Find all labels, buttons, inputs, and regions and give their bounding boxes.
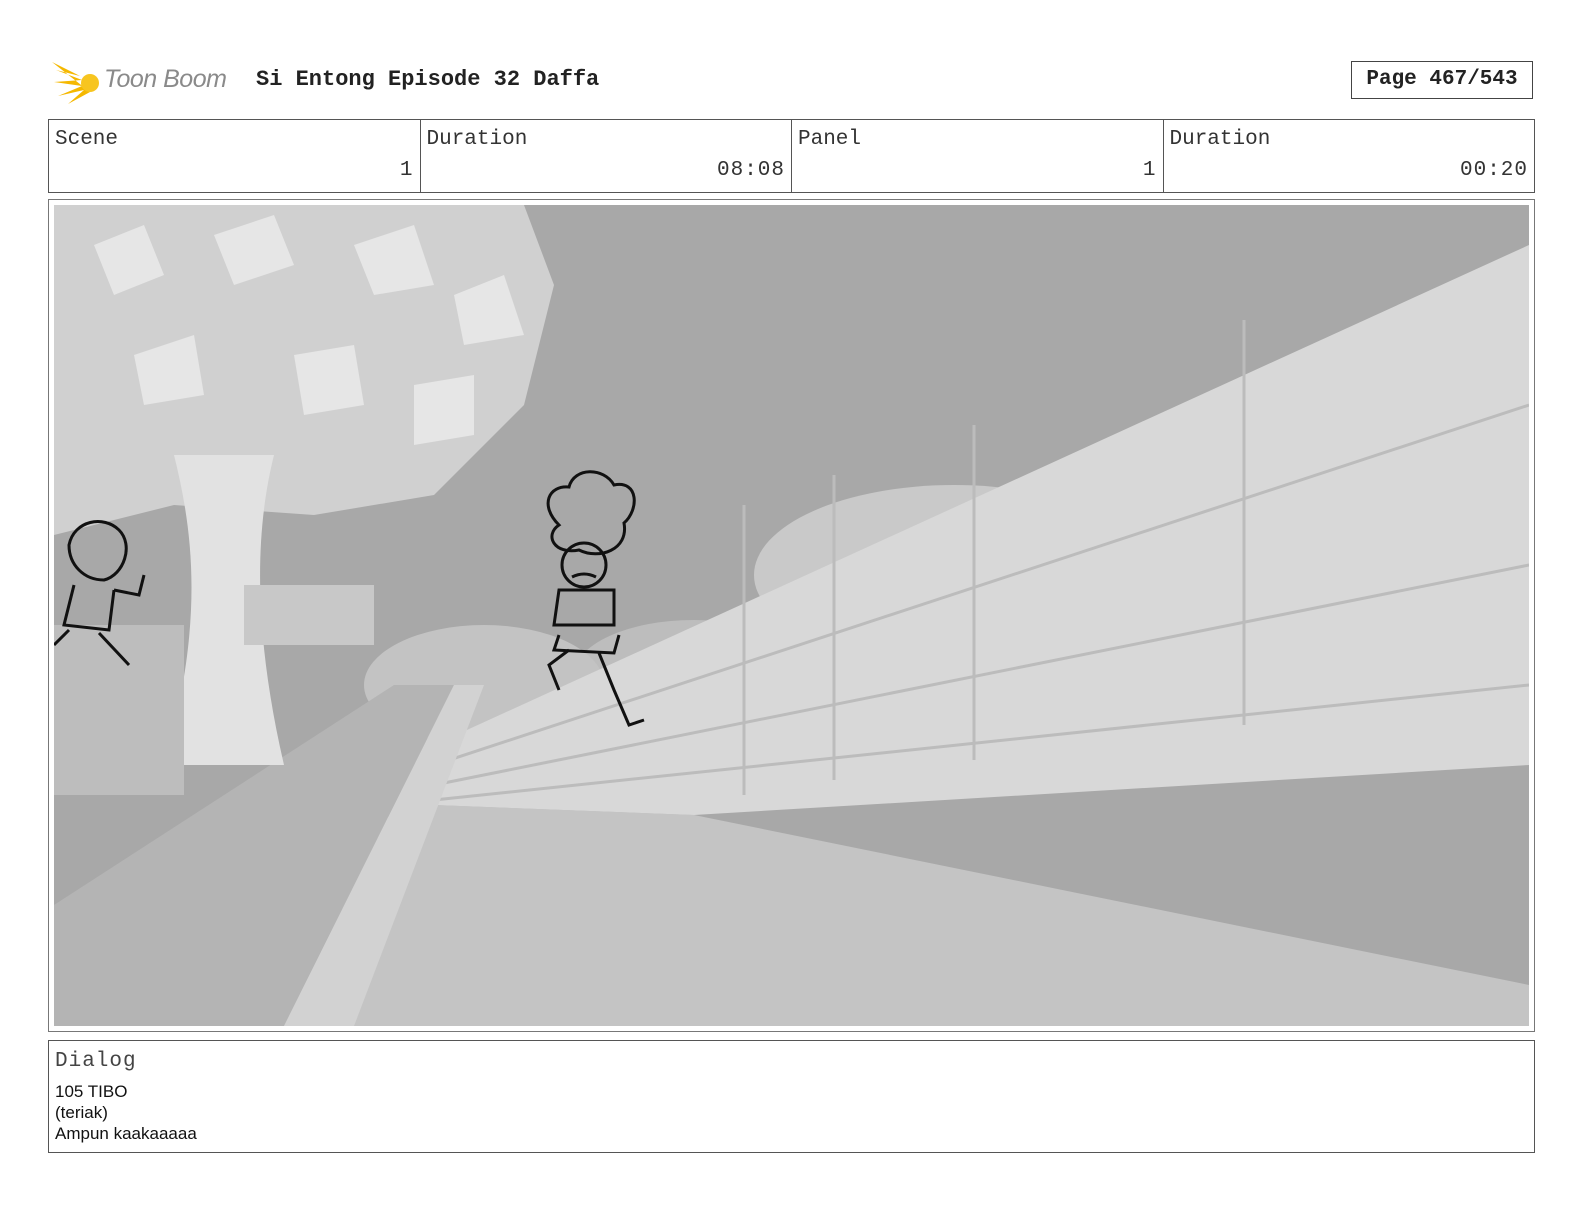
dialog-label: Dialog [55,1050,137,1073]
panel-value: 1 [1142,159,1157,182]
scene-label: Scene [55,128,119,151]
scene-duration-cell: Duration 08:08 [421,120,792,192]
logo-text: Toon Boom [104,65,227,93]
toon-boom-logo: Toon Boom [50,56,240,106]
panel-label: Panel [798,128,862,151]
dialog-line: (teriak) [55,1103,108,1122]
dialog-line: 105 TIBO [55,1082,128,1101]
scene-duration-label: Duration [426,128,528,151]
page-indicator: Page 467/543 [1351,61,1533,99]
panel-duration-value: 00:20 [1459,159,1528,182]
scene-info-table: Scene 1 Duration 08:08 Panel 1 Duration … [48,119,1535,193]
scene-cell: Scene 1 [49,120,421,192]
panel-duration-label: Duration [1169,128,1271,151]
scene-duration-value: 08:08 [716,159,785,182]
comet-icon [52,62,99,104]
document-title: Si Entong Episode 32 Daffa [256,67,600,92]
dialog-box: Dialog 105 TIBO (teriak) Ampun kaakaaaaa [48,1040,1535,1153]
scene-value: 1 [399,159,414,182]
panel-cell: Panel 1 [792,120,1164,192]
storyboard-panel-image [54,205,1529,1026]
dialog-line: Ampun kaakaaaaa [55,1124,197,1143]
dialog-lines: 105 TIBO (teriak) Ampun kaakaaaaa [55,1081,197,1144]
panel-duration-cell: Duration 00:20 [1164,120,1535,192]
